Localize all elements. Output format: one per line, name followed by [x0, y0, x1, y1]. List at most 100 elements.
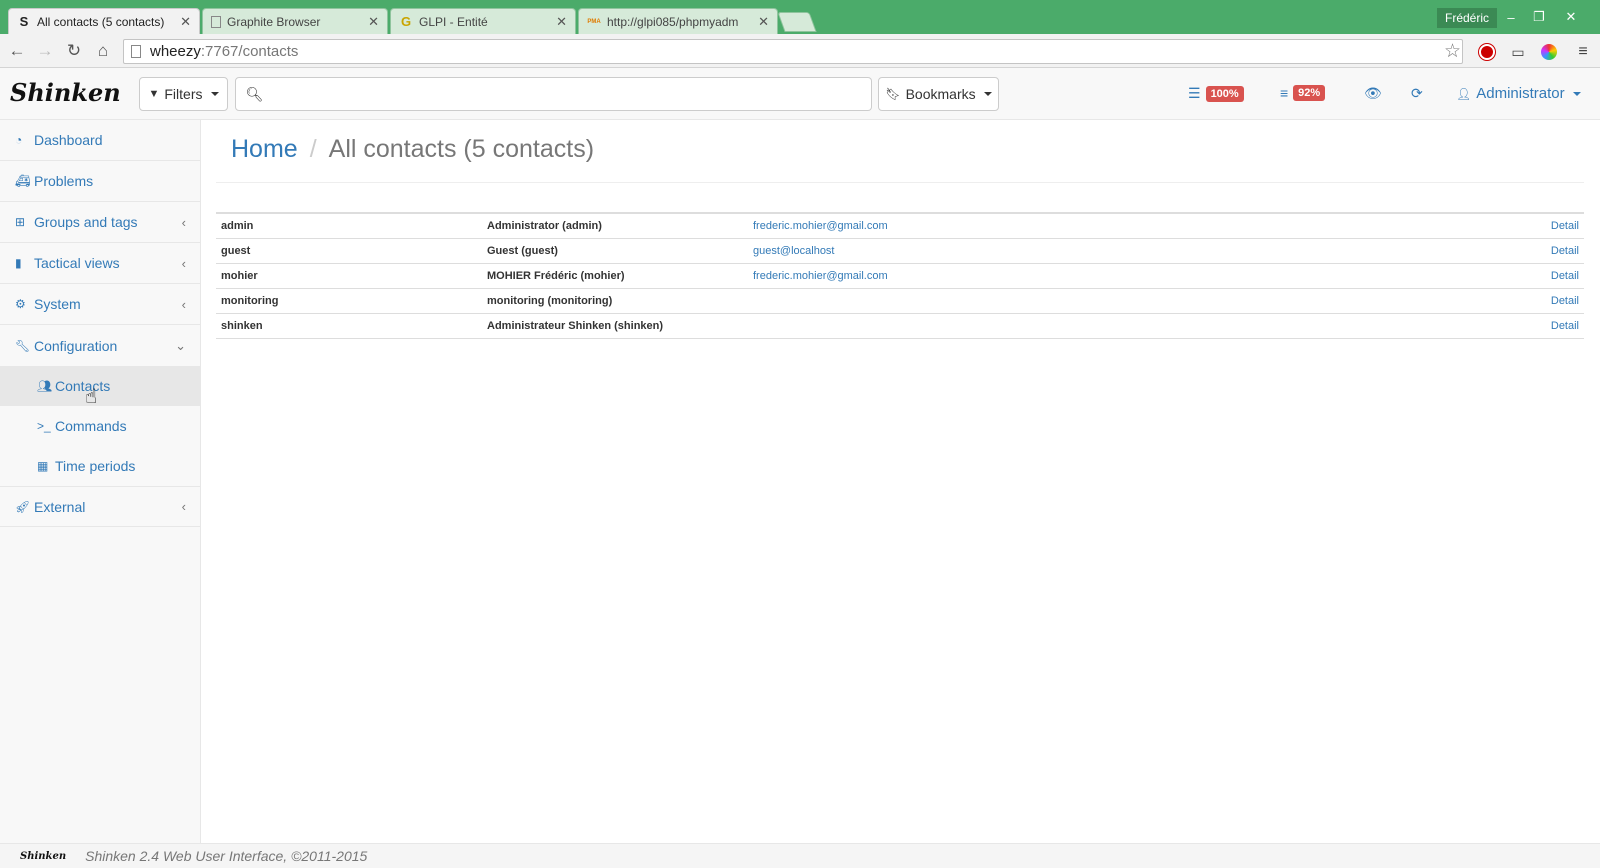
- hosts-status[interactable]: ☰ 100%: [1188, 85, 1244, 102]
- sidebar-subitem-commands[interactable]: >_ Commands: [0, 406, 200, 446]
- sidebar-subitem-contacts[interactable]: 👥︎ Contacts: [0, 366, 200, 406]
- breadcrumb-home-link[interactable]: Home: [231, 135, 298, 164]
- refresh-icon[interactable]: ⟳: [1411, 85, 1423, 102]
- hand-cursor-icon: ☝︎: [85, 386, 98, 408]
- adblock-extension-icon[interactable]: [1477, 42, 1497, 62]
- tab-close-icon[interactable]: ✕: [556, 14, 567, 30]
- table-row: monitoring monitoring (monitoring) Detai…: [216, 288, 1584, 314]
- bookmark-icon: 🔖︎: [885, 87, 901, 101]
- sidebar-item-label: Configuration: [34, 337, 118, 354]
- address-bar[interactable]: wheezy:7767/contacts: [123, 39, 1463, 64]
- sidebar-item-label: System: [34, 296, 81, 312]
- dashboard-icon: ◔: [15, 133, 23, 147]
- contact-alias: Administrateur Shinken (shinken): [482, 313, 748, 339]
- home-icon[interactable]: ⌂: [91, 39, 115, 63]
- search-icon: 🔍︎: [245, 85, 264, 102]
- table-row: admin Administrator (admin) frederic.moh…: [216, 213, 1584, 239]
- profile-badge[interactable]: Frédéric: [1437, 8, 1498, 28]
- pma-favicon-icon: PMA: [587, 18, 601, 25]
- detail-link[interactable]: Detail: [1504, 288, 1584, 314]
- minimize-icon[interactable]: –: [1497, 6, 1525, 28]
- sidebar-item-label: Dashboard: [34, 132, 103, 148]
- caret-down-icon: [1572, 91, 1581, 96]
- tab-close-icon[interactable]: ✕: [758, 14, 769, 30]
- services-status[interactable]: ≡ 92%: [1280, 85, 1326, 101]
- detail-link[interactable]: Detail: [1504, 263, 1584, 289]
- chevron-left-icon: ‹: [181, 255, 186, 271]
- services-badge: 92%: [1293, 85, 1326, 101]
- url-host: wheezy: [150, 43, 201, 60]
- new-tab-button[interactable]: [777, 12, 817, 32]
- contact-name: guest: [216, 238, 482, 264]
- cast-extension-icon[interactable]: ▭: [1508, 42, 1528, 62]
- filters-label: Filters: [164, 86, 203, 102]
- page-title: All contacts (5 contacts): [328, 135, 595, 163]
- contact-email-link[interactable]: [748, 313, 1504, 339]
- contact-email-link[interactable]: guest@localhost: [748, 238, 1504, 264]
- calendar-icon: ▦: [37, 459, 49, 473]
- color-extension-icon[interactable]: [1539, 42, 1559, 62]
- divider: [216, 182, 1584, 183]
- table-row: shinken Administrateur Shinken (shinken)…: [216, 313, 1584, 339]
- detail-link[interactable]: Detail: [1504, 238, 1584, 264]
- rocket-icon: 🚀︎: [15, 499, 31, 514]
- caret-down-icon: [210, 92, 219, 96]
- filter-icon: ▼: [148, 88, 160, 100]
- search-button[interactable]: 🔍︎: [235, 77, 274, 111]
- browser-toolbar: ← → ↻ ⌂ wheezy:7767/contacts ☆ ▭ ≡: [0, 34, 1600, 68]
- url-path: :7767/contacts: [200, 43, 299, 60]
- bookmarks-label: Bookmarks: [905, 86, 976, 102]
- user-menu[interactable]: 👤︎ Administrator: [1456, 85, 1581, 102]
- bookmarks-button[interactable]: 🔖︎ Bookmarks: [878, 77, 999, 111]
- sidebar-item-problems[interactable]: 🚑︎ Problems: [0, 161, 200, 202]
- app-navbar: Shinken ▼ Filters 🔍︎ 🔖︎ Bookmarks ☰ 100%…: [0, 68, 1600, 120]
- chevron-left-icon: ‹: [181, 499, 186, 514]
- close-window-icon[interactable]: ✕: [1557, 6, 1585, 28]
- sidebar-subitem-time-periods[interactable]: ▦ Time periods: [0, 446, 200, 486]
- terminal-icon: >_: [37, 419, 51, 433]
- bar-chart-icon: ▮: [15, 256, 22, 270]
- detail-link[interactable]: Detail: [1504, 313, 1584, 339]
- table-row: mohier MOHIER Frédéric (mohier) frederic…: [216, 263, 1584, 289]
- contact-name: shinken: [216, 313, 482, 339]
- footer-text: Shinken 2.4 Web User Interface, ©2011-20…: [85, 848, 368, 864]
- contact-alias: monitoring (monitoring): [482, 288, 748, 314]
- breadcrumb-separator: /: [309, 135, 317, 163]
- contact-name: monitoring: [216, 288, 482, 314]
- contact-email-link[interactable]: [748, 288, 1504, 314]
- sidebar-item-external[interactable]: 🚀︎ External ‹: [0, 486, 200, 527]
- sidebar-item-label: External: [34, 498, 86, 515]
- sidebar-item-system[interactable]: ⚙ System ‹: [0, 284, 200, 325]
- browser-tab-active[interactable]: S All contacts (5 contacts) ✕: [8, 8, 200, 34]
- tab-title: GLPI - Entité: [419, 14, 488, 29]
- contact-email-link[interactable]: frederic.mohier@gmail.com: [748, 213, 1504, 239]
- reload-icon[interactable]: ↻: [62, 39, 86, 63]
- contact-email-link[interactable]: frederic.mohier@gmail.com: [748, 263, 1504, 289]
- sidebar-item-tactical-views[interactable]: ▮ Tactical views ‹: [0, 243, 200, 284]
- shinken-logo[interactable]: Shinken: [10, 78, 121, 107]
- tab-close-icon[interactable]: ✕: [368, 14, 379, 30]
- bookmark-star-icon[interactable]: ☆: [1444, 40, 1461, 63]
- back-icon[interactable]: ←: [5, 39, 29, 63]
- restore-icon[interactable]: ❐: [1525, 6, 1553, 28]
- browser-tab[interactable]: PMA http://glpi085/phpmyadm ✕: [578, 8, 778, 34]
- caret-down-icon: [983, 92, 992, 96]
- browser-tab[interactable]: G GLPI - Entité ✕: [390, 8, 576, 34]
- browser-menu-icon[interactable]: ≡: [1573, 42, 1593, 62]
- sidebar-item-dashboard[interactable]: ◔ Dashboard: [0, 120, 200, 161]
- tab-close-icon[interactable]: ✕: [180, 14, 191, 30]
- eye-icon[interactable]: 👁︎: [1364, 85, 1382, 102]
- chevron-left-icon: ‹: [181, 296, 186, 312]
- sidebar-item-label: Tactical views: [34, 255, 120, 271]
- sidebar-item-label: Groups and tags: [34, 214, 138, 230]
- sidebar-item-configuration[interactable]: 🔧︎ Configuration ⌄: [0, 325, 200, 366]
- sitemap-icon: ⊞: [15, 215, 26, 229]
- search-input[interactable]: [273, 77, 872, 111]
- forward-icon[interactable]: →: [33, 39, 57, 63]
- browser-tab[interactable]: Graphite Browser ✕: [202, 8, 388, 34]
- sidebar-item-groups[interactable]: ⊞ Groups and tags ‹: [0, 202, 200, 243]
- detail-link[interactable]: Detail: [1504, 213, 1584, 239]
- breadcrumb: Home / All contacts (5 contacts): [231, 135, 594, 164]
- filters-button[interactable]: ▼ Filters: [139, 77, 228, 111]
- chevron-left-icon: ‹: [181, 214, 186, 230]
